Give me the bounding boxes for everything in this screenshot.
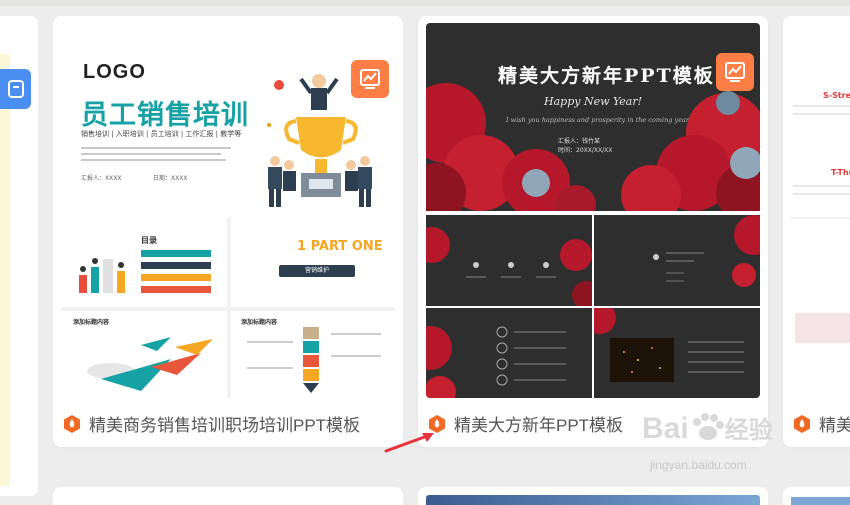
card-title-row[interactable]: 精美 — [793, 411, 850, 436]
people-illustration — [79, 258, 125, 293]
watermark-url: jingyan.baidu.com — [650, 458, 747, 472]
template-thumbnail[interactable]: S-Streng T-Thr — [791, 23, 850, 398]
text-line — [793, 113, 850, 115]
slide-heading: T-Thr — [831, 168, 850, 177]
chart-trend-icon[interactable] — [351, 60, 389, 98]
card-title-row[interactable]: 精美大方新年PPT模板 — [428, 411, 623, 436]
template-card[interactable]: S-Streng T-Thr 精美 — [783, 16, 850, 447]
pencil-part — [303, 369, 319, 381]
template-card[interactable] — [783, 487, 850, 505]
divider — [791, 217, 850, 219]
red-arrow-annotation — [384, 433, 434, 453]
slide-toc: 目录 — [61, 217, 227, 307]
note-icon[interactable] — [0, 69, 31, 109]
template-thumbnail[interactable] — [791, 497, 850, 505]
template-thumbnail[interactable] — [426, 495, 760, 505]
hexagon-fire-icon — [64, 414, 80, 433]
slide-logo: LOGO — [83, 61, 146, 83]
text-line — [793, 193, 850, 195]
slide-pencil: 添加标题内容 — [231, 311, 395, 398]
hexagon-fire-icon — [794, 414, 810, 433]
top-strip — [0, 0, 850, 6]
card-title[interactable]: 精美大方新年PPT模板 — [454, 411, 623, 436]
text-line — [81, 159, 226, 161]
toc-title: 目录 — [141, 236, 157, 245]
template-card[interactable]: 精美大方新年PPT模板 Happy New Year! I wish you h… — [418, 16, 768, 447]
paw-icon — [692, 413, 724, 440]
toc-bar — [141, 286, 211, 293]
slide-thumbnail — [426, 308, 592, 398]
slide-subtitle: 销售培训 | 入职培训 | 员工培训 | 工作汇报 | 教学等 — [81, 130, 242, 138]
pencil-part — [303, 355, 319, 367]
slide-title: 员工销售培训 — [81, 100, 249, 131]
slide-graphic — [795, 313, 850, 343]
slide-heading: S-Streng — [823, 91, 850, 100]
pencil-part — [303, 327, 319, 339]
slide-reporter: 汇报人：钱竹某 — [558, 138, 601, 145]
slide-date: 日期：XXXX — [153, 175, 188, 182]
slide-reporter: 汇报人：XXXX — [81, 175, 122, 182]
watermark-brand-cn: 经验 — [724, 417, 773, 444]
template-card[interactable] — [418, 487, 768, 505]
text-line — [247, 367, 293, 369]
text-line — [793, 185, 850, 187]
slide-part-one: 1 PART ONE 营销维护 — [231, 217, 395, 307]
watermark-brand: Bai — [642, 412, 689, 445]
left-highlight-panel — [0, 54, 10, 486]
slide-paper-planes: 添加标题内容 — [61, 311, 227, 398]
text-line — [331, 355, 381, 357]
text-line — [247, 341, 293, 343]
pencil-part — [303, 341, 319, 353]
section-name: 营销维护 — [279, 265, 355, 277]
slide-grid — [426, 215, 760, 398]
text-line — [331, 333, 381, 335]
slide-thumbnail — [594, 308, 760, 398]
pencil-tip — [303, 383, 319, 393]
text-line — [793, 105, 850, 107]
chart-trend-icon[interactable] — [716, 53, 754, 91]
template-card[interactable]: LOGO 员工销售培训 销售培训 | 入职培训 | 员工培训 | 工作汇报 | … — [53, 16, 403, 447]
left-partial-card — [0, 16, 38, 496]
template-card[interactable] — [53, 487, 403, 505]
slide-date: 时间：20XX/XX/XX — [558, 147, 613, 154]
template-thumbnail[interactable]: 精美大方新年PPT模板 Happy New Year! I wish you h… — [426, 23, 760, 398]
baidu-watermark: Bai 经验 jingyan.baidu.com — [642, 410, 773, 472]
text-line — [81, 147, 231, 149]
part-one-label: 1 PART ONE — [297, 239, 383, 254]
slide-add-title: 添加标题内容 — [241, 319, 278, 326]
toc-bar — [141, 262, 211, 269]
slide-thumbnail — [426, 215, 592, 306]
slide-wish: I wish you happiness and prosperity in t… — [506, 116, 690, 124]
toc-bar — [141, 274, 211, 281]
slide-grid: 目录 1 PART ONE 营销维护 添加标题内容 添加标题内容 — [61, 217, 395, 398]
card-title[interactable]: 精美 — [819, 411, 850, 436]
slide-greeting: Happy New Year! — [544, 95, 643, 108]
slide-cover: 精美大方新年PPT模板 Happy New Year! I wish you h… — [426, 23, 760, 211]
paper-plane-illustration — [87, 337, 213, 391]
slide-thumbnail — [594, 215, 760, 306]
toc-bar — [141, 250, 211, 257]
text-line — [81, 153, 221, 155]
slide-title: 精美大方新年PPT模板 — [498, 65, 715, 87]
template-thumbnail[interactable]: LOGO 员工销售培训 销售培训 | 入职培训 | 员工培训 | 工作汇报 | … — [61, 23, 395, 398]
card-title[interactable]: 精美商务销售培训职场培训PPT模板 — [89, 411, 360, 436]
slide-add-title: 添加标题内容 — [73, 319, 110, 326]
slide-cover: LOGO 员工销售培训 销售培训 | 入职培训 | 员工培训 | 工作汇报 | … — [61, 23, 395, 213]
card-title-row[interactable]: 精美商务销售培训职场培训PPT模板 — [63, 411, 360, 436]
